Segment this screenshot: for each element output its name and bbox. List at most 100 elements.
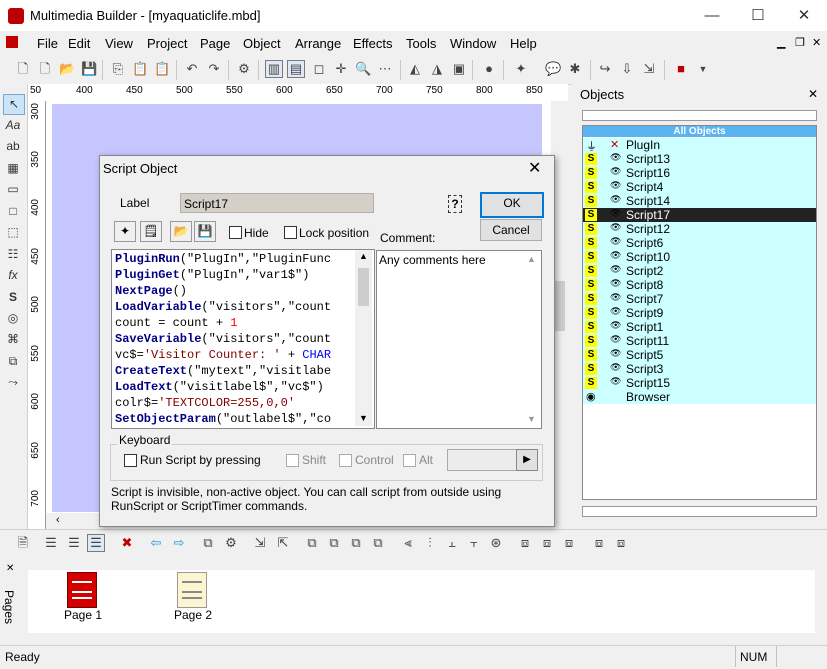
zoom-icon[interactable]: 🔍 bbox=[354, 60, 372, 78]
objects-list-header[interactable]: All Objects bbox=[583, 126, 816, 137]
save-script-icon[interactable]: 💾 bbox=[194, 221, 216, 242]
label-tool-icon[interactable]: ab bbox=[3, 137, 23, 156]
select-rect-icon[interactable]: ◻ bbox=[310, 60, 328, 78]
bring-front-icon[interactable]: ⧉ bbox=[303, 534, 321, 552]
undo-icon[interactable]: ↶ bbox=[183, 60, 201, 78]
visibility-icon[interactable]: 👁 bbox=[610, 194, 621, 205]
duplicate-icon[interactable]: ⧉ bbox=[199, 534, 217, 552]
run-script-checkbox[interactable] bbox=[124, 454, 137, 467]
object-row[interactable]: S 👁 Script14 bbox=[583, 194, 816, 208]
object-row[interactable]: S 👁 Script6 bbox=[583, 236, 816, 250]
close-button[interactable]: ✕ bbox=[781, 0, 827, 31]
visibility-icon[interactable]: 👁 bbox=[610, 278, 621, 289]
align-center-icon[interactable]: ⫶ bbox=[421, 534, 439, 552]
maximize-button[interactable]: ☐ bbox=[735, 0, 781, 31]
stop-icon[interactable]: ● bbox=[480, 60, 498, 78]
scroll-down-icon[interactable]: ▼ bbox=[359, 413, 368, 423]
scroll-thumb[interactable] bbox=[554, 281, 565, 331]
align-bottom-icon[interactable]: ⊛ bbox=[487, 534, 505, 552]
path-tool-icon[interactable]: ⤳ bbox=[3, 373, 23, 392]
visibility-icon[interactable]: 👁 bbox=[610, 166, 621, 177]
cancel-button[interactable]: Cancel bbox=[480, 219, 542, 241]
ok-button[interactable]: OK bbox=[480, 192, 544, 218]
object-row[interactable]: ◉ Browser bbox=[583, 390, 816, 404]
import-icon[interactable]: ⇲ bbox=[251, 534, 269, 552]
object-row[interactable]: S 👁 Script11 bbox=[583, 334, 816, 348]
script-tool-icon[interactable]: S bbox=[3, 288, 23, 307]
object-row[interactable]: S 👁 Script3 bbox=[583, 362, 816, 376]
page-properties-icon[interactable]: 🗎 bbox=[14, 534, 32, 552]
key-input[interactable] bbox=[447, 449, 517, 471]
menu-object[interactable]: Object bbox=[243, 36, 281, 51]
shift-checkbox[interactable] bbox=[286, 454, 299, 467]
menu-tools[interactable]: Tools bbox=[406, 36, 436, 51]
object-row[interactable]: S 👁 Script8 bbox=[583, 278, 816, 292]
objects-panel-close-icon[interactable]: ✕ bbox=[808, 87, 818, 101]
frame-tool-icon[interactable]: ⬚ bbox=[3, 223, 23, 242]
send-back-icon[interactable]: ⧉ bbox=[325, 534, 343, 552]
hidden-icon[interactable]: ✕ bbox=[610, 138, 619, 151]
objects-top-slider[interactable] bbox=[582, 110, 817, 121]
paste-special-icon[interactable]: 📋 bbox=[153, 60, 171, 78]
project-icon[interactable]: ⚙ bbox=[235, 60, 253, 78]
delete-icon[interactable]: ✖ bbox=[118, 534, 136, 552]
control-checkbox[interactable] bbox=[339, 454, 352, 467]
scroll-left-icon[interactable]: ‹ bbox=[56, 514, 60, 526]
object-row[interactable]: S 👁 Script4 bbox=[583, 180, 816, 194]
objects-list[interactable]: All Objects ⏚ ✕ PlugIn S 👁 Script13 S 👁 Script16… bbox=[582, 125, 817, 500]
page-thumbnail-1[interactable] bbox=[67, 572, 97, 608]
guides-icon[interactable]: ▤ bbox=[287, 60, 305, 78]
menu-edit[interactable]: Edit bbox=[68, 36, 90, 51]
object-row[interactable]: S 👁 Script1 bbox=[583, 320, 816, 334]
object-row[interactable]: S 👁 Script7 bbox=[583, 292, 816, 306]
visibility-icon[interactable]: 👁 bbox=[610, 306, 621, 317]
paste-icon[interactable]: 📋 bbox=[131, 60, 149, 78]
dialog-close-icon[interactable]: ✕ bbox=[528, 158, 541, 178]
menu-help[interactable]: Help bbox=[510, 36, 537, 51]
arrow-right-icon[interactable]: ⇨ bbox=[170, 534, 188, 552]
object-row[interactable]: S 👁 Script13 bbox=[583, 152, 816, 166]
magic-wand-icon[interactable]: ✦ bbox=[512, 60, 530, 78]
build-icon[interactable]: ■ bbox=[672, 60, 690, 78]
page-label-1[interactable]: Page 1 bbox=[64, 608, 102, 622]
visibility-icon[interactable]: 👁 bbox=[610, 222, 621, 233]
object-row[interactable]: S 👁 Script5 bbox=[583, 348, 816, 362]
visibility-icon[interactable]: 👁 bbox=[610, 152, 621, 163]
scroll-thumb[interactable] bbox=[358, 268, 369, 306]
menu-effects[interactable]: Effects bbox=[353, 36, 393, 51]
script-editor-icon[interactable]: 🗒 bbox=[140, 221, 162, 242]
pages-close-icon[interactable]: ✕ bbox=[6, 563, 14, 574]
help-icon[interactable]: ? bbox=[448, 195, 462, 213]
page-thumbnail-2[interactable] bbox=[177, 572, 207, 608]
page-layers-icon[interactable]: ☰ bbox=[42, 534, 60, 552]
distribute-h-icon[interactable]: ⧈ bbox=[516, 534, 534, 552]
media-tool-icon[interactable]: ◎ bbox=[3, 309, 23, 328]
object-row[interactable]: S 👁 Script16 bbox=[583, 166, 816, 180]
page-view-icon[interactable]: ☰ bbox=[87, 534, 105, 552]
redo-icon[interactable]: ↷ bbox=[205, 60, 223, 78]
visibility-icon[interactable]: 👁 bbox=[610, 376, 621, 387]
key-picker-arrow-icon[interactable]: ▶ bbox=[516, 449, 538, 471]
comment-scroll-down-icon[interactable]: ▼ bbox=[527, 414, 536, 424]
light-icon[interactable]: ✱ bbox=[566, 60, 584, 78]
open-script-icon[interactable]: 📂 bbox=[170, 221, 192, 242]
visibility-icon[interactable]: 👁 bbox=[610, 334, 621, 345]
dropdown-arrow-icon[interactable]: ▼ bbox=[694, 60, 712, 78]
export-icon[interactable]: ⇲ bbox=[640, 60, 658, 78]
visibility-icon[interactable]: 👁 bbox=[610, 264, 621, 275]
visibility-icon[interactable]: 👁 bbox=[610, 180, 621, 191]
align-top-icon[interactable]: ⫠ bbox=[443, 534, 461, 552]
comment-scroll-up-icon[interactable]: ▲ bbox=[527, 254, 536, 264]
move-icon[interactable]: ✛ bbox=[332, 60, 350, 78]
align-icon[interactable]: ▣ bbox=[450, 60, 468, 78]
send-backward-icon[interactable]: ⧉ bbox=[369, 534, 387, 552]
align-middle-icon[interactable]: ⫟ bbox=[465, 534, 483, 552]
bring-forward-icon[interactable]: ⧉ bbox=[347, 534, 365, 552]
mdi-restore-icon[interactable]: ❐ bbox=[795, 36, 805, 49]
image-tool-icon[interactable]: ▦ bbox=[3, 159, 23, 178]
menu-arrange[interactable]: Arrange bbox=[295, 36, 341, 51]
objects-bottom-slider[interactable] bbox=[582, 506, 817, 517]
object-row[interactable]: ⏚ ✕ PlugIn bbox=[583, 138, 816, 153]
function-tool-icon[interactable]: fx bbox=[3, 266, 23, 285]
copy-icon[interactable]: ⎘ bbox=[109, 60, 127, 78]
